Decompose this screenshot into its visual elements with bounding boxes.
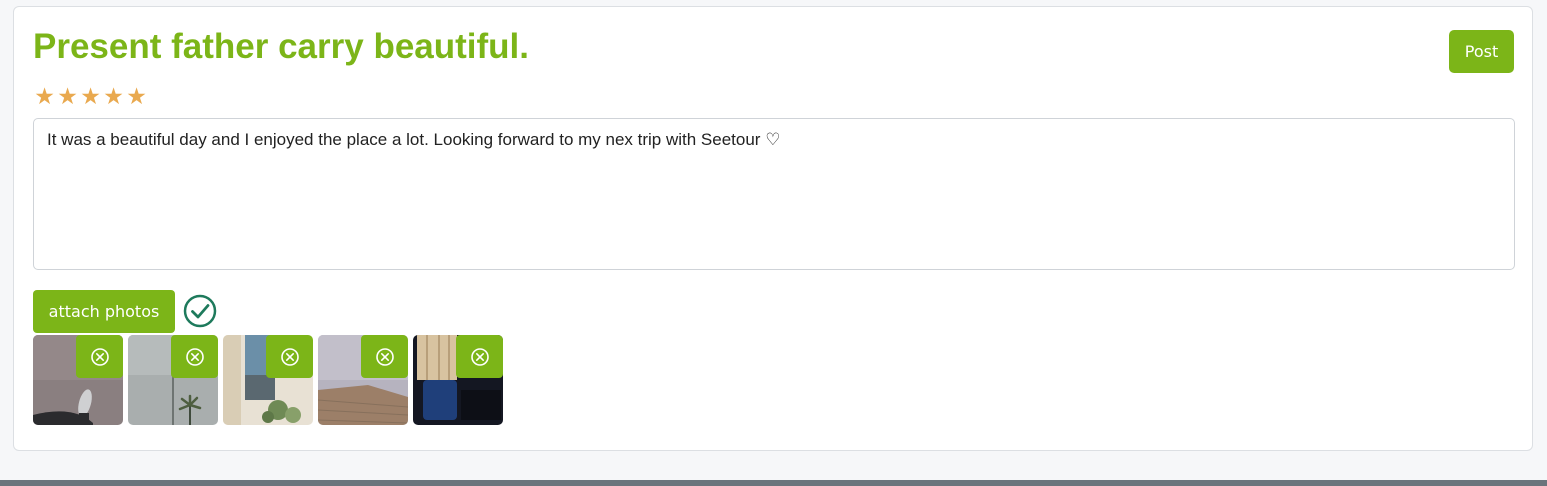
- close-circle-icon: [185, 347, 204, 366]
- star-icon[interactable]: ★: [33, 85, 56, 109]
- photo-thumbnail: [33, 335, 123, 425]
- photo-thumbnail: [318, 335, 408, 425]
- remove-photo-button[interactable]: [171, 335, 218, 378]
- star-icon[interactable]: ★: [125, 85, 148, 109]
- review-textarea[interactable]: It was a beautiful day and I enjoyed the…: [33, 118, 1515, 270]
- remove-photo-button[interactable]: [266, 335, 313, 378]
- close-circle-icon: [280, 347, 299, 366]
- star-icon[interactable]: ★: [79, 85, 102, 109]
- star-icon[interactable]: ★: [102, 85, 125, 109]
- review-title: Present father carry beautiful.: [33, 27, 529, 66]
- review-card: Present father carry beautiful. Post ★ ★…: [13, 6, 1533, 451]
- check-circle-icon: [183, 294, 217, 328]
- remove-photo-button[interactable]: [76, 335, 123, 378]
- close-circle-icon: [375, 347, 394, 366]
- remove-photo-button[interactable]: [456, 335, 503, 378]
- star-rating[interactable]: ★ ★ ★ ★ ★: [33, 85, 148, 109]
- close-circle-icon: [90, 347, 109, 366]
- attach-photos-button[interactable]: attach photos: [33, 290, 175, 333]
- footer-bar: [0, 480, 1547, 486]
- star-icon[interactable]: ★: [56, 85, 79, 109]
- post-button[interactable]: Post: [1449, 30, 1514, 73]
- photo-thumbnail: [128, 335, 218, 425]
- photo-thumbnail: [223, 335, 313, 425]
- photo-thumbnail: [413, 335, 503, 425]
- close-circle-icon: [470, 347, 489, 366]
- remove-photo-button[interactable]: [361, 335, 408, 378]
- photo-thumbnails: [33, 335, 503, 425]
